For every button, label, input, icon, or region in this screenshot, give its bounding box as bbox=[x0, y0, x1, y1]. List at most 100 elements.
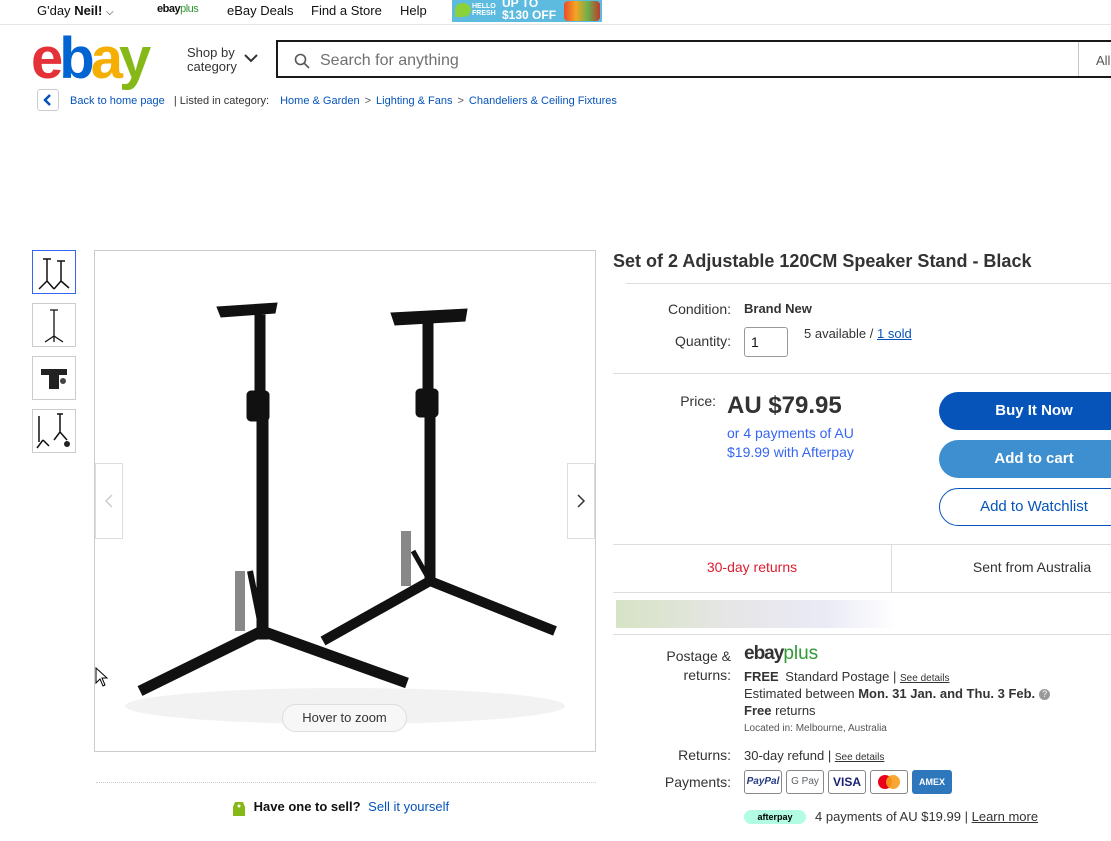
free-returns-bold: Free bbox=[744, 703, 772, 718]
postage-returns-label: Postage & returns: bbox=[630, 647, 731, 685]
product-title: Set of 2 Adjustable 120CM Speaker Stand … bbox=[613, 251, 1032, 271]
ebayplus-ebay: ebay bbox=[744, 643, 784, 664]
find-store-link[interactable]: Find a Store bbox=[311, 3, 382, 18]
back-to-home-link[interactable]: Back to home page bbox=[70, 95, 165, 107]
promo-line2: $130 OFF bbox=[502, 8, 557, 22]
breadcrumb-separator: > bbox=[457, 95, 464, 107]
postage-see-details-link[interactable]: See details bbox=[900, 673, 949, 684]
price-tag-icon bbox=[233, 802, 245, 816]
returns-see-details-link[interactable]: See details bbox=[835, 752, 884, 763]
shop-by-line2: category bbox=[187, 59, 237, 74]
postage-line: FREE Standard Postage | See details bbox=[744, 669, 949, 684]
greeting-text: G'day bbox=[37, 3, 71, 18]
speaker-stand-single-image bbox=[44, 309, 64, 343]
estimated-label: Estimated between bbox=[744, 686, 855, 701]
back-button[interactable] bbox=[37, 89, 59, 111]
free-label: FREE bbox=[744, 669, 779, 684]
help-link[interactable]: Help bbox=[400, 3, 427, 18]
delivery-dates: Mon. 31 Jan. and Thu. 3 Feb. bbox=[858, 686, 1036, 701]
estimated-delivery: Estimated between Mon. 31 Jan. and Thu. … bbox=[744, 686, 1051, 701]
payments-label: Payments: bbox=[664, 774, 731, 790]
sent-from-highlight: Sent from Australia bbox=[972, 559, 1092, 575]
afterpay-line-2: $19.99 with Afterpay bbox=[727, 444, 854, 460]
promo-deal: UP TO $130 OFF bbox=[502, 0, 556, 21]
stand-bracket-image bbox=[41, 369, 67, 389]
chevron-down-icon[interactable] bbox=[244, 54, 258, 63]
thumbnail-2[interactable] bbox=[32, 303, 76, 347]
price-label: Price: bbox=[680, 393, 716, 409]
ebayplus-plus: plus bbox=[783, 643, 819, 664]
returns-policy: 30-day refund | bbox=[744, 748, 832, 763]
add-to-watchlist-button[interactable]: Add to Watchlist bbox=[939, 488, 1111, 526]
free-returns: Free returns bbox=[744, 703, 816, 718]
user-name: Neil! bbox=[74, 3, 103, 18]
shop-by-category-button[interactable]: Shop by category bbox=[187, 46, 237, 74]
afterpay-text: 4 payments of AU $19.99 | bbox=[815, 809, 968, 824]
logo-e: e bbox=[31, 26, 63, 91]
main-product-image[interactable]: Hover to zoom bbox=[94, 250, 596, 752]
hellofresh-leaf-icon bbox=[455, 3, 471, 17]
thumbnail-4[interactable] bbox=[32, 409, 76, 453]
search-divider bbox=[1078, 42, 1079, 76]
search-icon bbox=[294, 53, 310, 69]
next-image-button[interactable] bbox=[567, 463, 595, 539]
sell-row: Have one to sell? Sell it yourself bbox=[232, 799, 449, 817]
breadcrumb: Back to home page | Listed in category: … bbox=[70, 95, 617, 107]
chevron-left-icon bbox=[104, 494, 113, 508]
price-value: AU $79.95 bbox=[727, 392, 842, 419]
previous-image-button[interactable] bbox=[95, 463, 123, 539]
breadcrumb-home-garden[interactable]: Home & Garden bbox=[280, 95, 359, 107]
ebay-logo[interactable]: ebay bbox=[31, 30, 151, 88]
logo-y: y bbox=[118, 26, 151, 91]
top-utility-bar: G'day Neil! ⌵ ebayplus eBay Deals Find a… bbox=[0, 0, 1111, 25]
availability: 5 available / 1 sold bbox=[804, 326, 912, 341]
promo-brand-1: HELLO bbox=[472, 3, 496, 10]
breadcrumb-lighting-fans[interactable]: Lighting & Fans bbox=[376, 95, 452, 107]
chevron-left-icon bbox=[43, 94, 51, 106]
logo-b: b bbox=[59, 26, 94, 91]
ebayplus-plus-text: plus bbox=[180, 3, 199, 15]
thumbnail-1[interactable] bbox=[32, 250, 76, 294]
sell-question: Have one to sell? bbox=[253, 799, 361, 815]
speaker-stands-photo bbox=[125, 302, 565, 724]
vegetables-image bbox=[564, 1, 600, 21]
breadcrumb-separator: > bbox=[364, 95, 372, 107]
sold-link[interactable]: 1 sold bbox=[877, 326, 912, 341]
ebay-deals-link[interactable]: eBay Deals bbox=[227, 3, 293, 18]
sell-it-yourself-link[interactable]: Sell it yourself bbox=[368, 799, 449, 814]
mastercard-icon bbox=[870, 770, 908, 794]
buy-it-now-button[interactable]: Buy It Now bbox=[939, 392, 1111, 430]
mouse-cursor-icon bbox=[95, 667, 109, 687]
returns-highlight: 30-day returns bbox=[706, 559, 798, 575]
shop-by-line1: Shop by bbox=[187, 45, 235, 60]
promo-brand-2: FRESH bbox=[472, 10, 496, 17]
search-bar[interactable]: Search for anything All bbox=[276, 40, 1111, 78]
help-icon[interactable]: ? bbox=[1039, 689, 1051, 701]
available-count: 5 available / bbox=[804, 326, 874, 341]
sell-divider bbox=[96, 782, 596, 783]
search-input[interactable]: Search for anything bbox=[320, 52, 459, 70]
ebayplus-link[interactable]: ebayplus bbox=[157, 3, 199, 15]
logo-a: a bbox=[90, 26, 123, 91]
afterpay-logo: afterpay bbox=[744, 810, 806, 824]
mastercard-circles-icon bbox=[878, 775, 900, 789]
quantity-input[interactable]: 1 bbox=[744, 327, 788, 357]
google-pay-icon: G Pay bbox=[786, 770, 824, 794]
learn-more-link[interactable]: Learn more bbox=[972, 809, 1038, 824]
add-to-cart-button[interactable]: Add to cart bbox=[939, 440, 1111, 478]
hellofresh-promo-banner[interactable]: HELLO FRESH UP TO $130 OFF bbox=[452, 0, 602, 22]
chevron-right-icon bbox=[577, 494, 586, 508]
thumbnail-3[interactable] bbox=[32, 356, 76, 400]
item-location: Located in: Melbourne, Australia bbox=[744, 723, 887, 734]
quantity-label: Quantity: bbox=[674, 333, 731, 349]
listed-in-label: | Listed in category: bbox=[173, 95, 270, 107]
breadcrumb-chandeliers[interactable]: Chandeliers & Ceiling Fixtures bbox=[469, 95, 617, 107]
divider bbox=[613, 373, 1111, 374]
user-greeting[interactable]: G'day Neil! ⌵ bbox=[37, 3, 114, 18]
speaker-stand-pair-image bbox=[38, 258, 70, 290]
category-select[interactable]: All bbox=[1096, 53, 1110, 68]
ebayplus-ebay-text: ebay bbox=[157, 3, 181, 15]
afterpay-line-1: or 4 payments of AU bbox=[727, 425, 854, 441]
returns-value: 30-day refund | See details bbox=[744, 748, 884, 763]
divider bbox=[626, 283, 1111, 284]
